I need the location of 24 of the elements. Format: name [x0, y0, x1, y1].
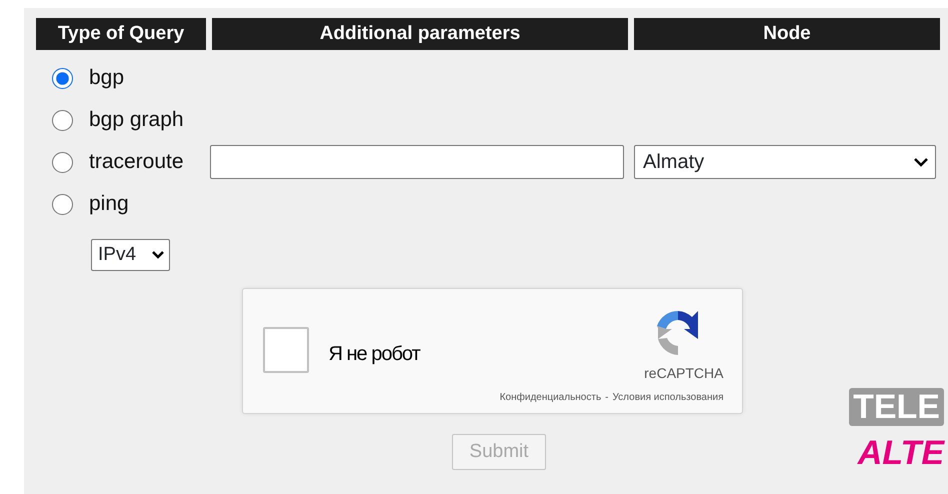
separator: - — [605, 391, 608, 405]
node-select[interactable]: Almaty — [634, 145, 936, 179]
column-header: Additional parameters — [212, 18, 628, 50]
captcha-brand: reCAPTCHA — [644, 364, 724, 383]
radio-label: bgp graph — [89, 107, 184, 134]
captcha-checkbox[interactable] — [262, 327, 308, 373]
chevron-down-icon — [913, 157, 929, 167]
column-header: Type of Query — [36, 18, 206, 50]
captcha-label: Я не робот — [328, 342, 420, 367]
radio-label: ping — [89, 191, 129, 218]
radio-label: traceroute — [89, 149, 184, 176]
radio-button[interactable] — [52, 110, 73, 130]
ip-version-select[interactable]: IPv4 — [91, 239, 170, 271]
column-header: Node — [634, 18, 940, 50]
chevron-down-icon — [151, 250, 165, 260]
radio-button[interactable] — [52, 68, 73, 88]
terms-link[interactable]: Условия использования — [612, 390, 724, 405]
logo-text: ALTE — [858, 434, 944, 472]
radio-button[interactable] — [52, 194, 73, 214]
radio-label: bgp — [89, 65, 124, 92]
radio-button[interactable] — [52, 152, 73, 172]
logo-text: TELE — [849, 388, 944, 426]
privacy-link[interactable]: Конфиденциальность — [500, 390, 602, 405]
parameters-input[interactable] — [210, 145, 624, 179]
